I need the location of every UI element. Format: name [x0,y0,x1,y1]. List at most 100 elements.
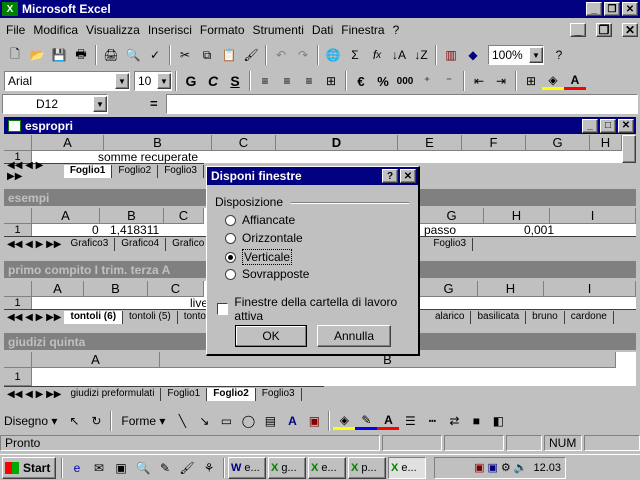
formula-equals[interactable]: = [150,96,158,111]
tray-icon[interactable]: ▣ [474,461,484,474]
grid-giudizi[interactable]: A B 1 [4,352,636,386]
menu-strumenti[interactable]: Strumenti [253,23,304,37]
doc-close-button[interactable]: ✕ [622,23,638,37]
cell-f1[interactable]: passo [424,224,456,236]
channel-icon[interactable]: ⚘ [198,457,220,479]
bold-button[interactable]: G [180,70,202,92]
paste-icon[interactable]: 📋 [218,44,240,66]
col-header[interactable]: C [212,135,276,151]
col-header[interactable]: C [148,281,204,297]
cell-h1[interactable]: 0,001 [524,224,554,236]
new-icon[interactable]: 🗋 [4,44,26,66]
rotate-icon[interactable]: ↻ [85,410,107,432]
tab-basilicata[interactable]: basilicata [471,310,527,324]
format-painter-icon[interactable]: 🖌 [240,44,262,66]
tray-icon[interactable]: ⚙ [501,461,511,474]
menu-formato[interactable]: Formato [200,23,245,37]
option-sovrapposte[interactable]: Sovrapposte [225,267,309,281]
name-box[interactable]: D12 ▼ [2,94,108,114]
underline-button[interactable]: S [224,70,246,92]
taskbar-excel-button-active[interactable]: Xe... [388,456,426,479]
menu-modifica[interactable]: Modifica [33,23,78,37]
thousands-button[interactable]: 000 [394,70,416,92]
line-style-icon[interactable]: ☰ [399,410,421,432]
tab-foglio3[interactable]: Foglio3 [427,237,474,251]
tab-tontoli-5[interactable]: tontoli (5) [123,310,178,324]
decrease-decimal-icon[interactable]: ⁻ [438,70,460,92]
chart-wizard-icon[interactable]: ▥ [440,44,462,66]
font-size-select[interactable]: 10 ▼ [134,71,172,91]
option-affiancate[interactable]: Affiancate [225,213,295,227]
option-orizzontale[interactable]: Orizzontale [225,231,303,245]
font-color-icon[interactable]: A [377,412,400,430]
3d-icon[interactable]: ◧ [487,410,509,432]
dash-style-icon[interactable]: ┅ [421,410,443,432]
taskbar-excel-button[interactable]: Xg... [268,456,306,479]
doc-minimize-button[interactable]: _ [570,23,586,37]
col-header[interactable]: G [420,281,478,297]
redo-icon[interactable]: ↷ [292,44,314,66]
zoom-select[interactable]: 100% ▼ [488,45,544,65]
tab-scroll-arrows-icon[interactable]: ◀◀ ◀ ▶ ▶▶ [4,312,64,323]
select-pointer-icon[interactable]: ↖ [63,410,85,432]
col-header[interactable]: H [590,135,622,151]
col-header[interactable]: F [462,135,526,151]
arrow-icon[interactable]: ↘ [193,410,215,432]
window-espropri-title[interactable]: espropri _ □ ✕ [4,117,636,134]
cell-b1[interactable]: somme recuperate [98,151,198,163]
tab-grafico4[interactable]: Grafico4 [115,237,167,251]
font-color-icon[interactable]: A [564,72,586,90]
col-header[interactable]: G [420,208,484,224]
row-header[interactable]: 1 [4,368,32,386]
start-button[interactable]: Start [2,456,56,479]
textbox-icon[interactable]: ▤ [259,410,281,432]
align-right-icon[interactable]: ≡ [298,70,320,92]
preview-icon[interactable]: 🔍 [122,44,144,66]
dialog-help-button[interactable]: ? [382,169,398,183]
copy-icon[interactable]: ⧉ [196,44,218,66]
fill-color-icon[interactable]: ◈ [333,412,356,430]
taskbar-excel-button[interactable]: Xp... [348,456,386,479]
print-icon[interactable]: 🖨 [100,44,122,66]
col-header[interactable]: E [398,135,462,151]
percent-button[interactable]: % [372,70,394,92]
drawing-icon[interactable]: ◆ [462,44,484,66]
tab-bruno[interactable]: bruno [526,310,565,324]
row-header[interactable]: 1 [4,224,32,236]
dialog-close-button[interactable]: ✕ [400,169,416,183]
cell-a1[interactable]: 0 [92,224,99,236]
col-header[interactable]: A [32,208,100,224]
ok-button[interactable]: OK [235,325,307,347]
arrow-style-icon[interactable]: ⇄ [443,410,465,432]
disegno-menu[interactable]: Disegno ▾ [4,414,57,428]
office-assistant-icon[interactable]: ? [548,44,570,66]
function-icon[interactable]: fx [366,44,388,66]
col-header[interactable]: A [32,135,104,151]
fill-color-icon[interactable]: ◈ [542,72,564,90]
increase-decimal-icon[interactable]: ⁺ [416,70,438,92]
forme-menu[interactable]: Forme ▾ [121,414,165,428]
option-verticale[interactable]: Verticale [225,249,293,265]
minimize-button[interactable]: _ [586,2,602,16]
vertical-scrollbar[interactable] [622,135,636,163]
col-header[interactable]: I [550,208,636,224]
col-header[interactable]: B [84,281,148,297]
spelling-icon[interactable]: ✓ [144,44,166,66]
cell-b1[interactable]: 1,418311 [110,224,159,236]
tab-scroll-arrows-icon[interactable]: ◀◀ ◀ ▶ ▶▶ [4,239,64,250]
save-icon[interactable]: 💾 [48,44,70,66]
line-icon[interactable]: ╲ [171,410,193,432]
edit-icon[interactable]: ✎ [154,457,176,479]
print-preview-icon[interactable]: 🖶 [70,44,92,66]
taskbar-excel-button[interactable]: Xe... [308,456,346,479]
tab-foglio2[interactable]: Foglio2 [112,164,159,178]
tab-alarico[interactable]: alarico [429,310,472,324]
menu-file[interactable]: File [6,23,25,37]
doc-restore-button[interactable]: ❐ [596,23,612,37]
align-left-icon[interactable]: ≡ [254,70,276,92]
cut-icon[interactable]: ✂ [174,44,196,66]
tab-giudizi-preformulati[interactable]: giudizi preformulati [64,387,162,401]
active-workbook-checkbox[interactable]: Finestre della cartella di lavoro attiva [217,295,418,323]
tab-foglio1[interactable]: Foglio1 [63,164,113,178]
taskbar-word-button[interactable]: We... [228,456,266,479]
